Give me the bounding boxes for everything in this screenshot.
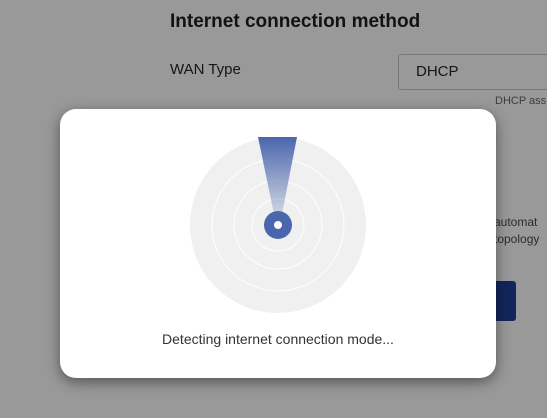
radar-scan-icon (190, 137, 366, 313)
detection-dialog: Detecting internet connection mode... (60, 109, 496, 378)
router-setup-page: Internet connection method WAN Type DHCP… (0, 0, 547, 418)
detection-message: Detecting internet connection mode... (162, 331, 394, 347)
radar-center-dot (274, 221, 282, 229)
